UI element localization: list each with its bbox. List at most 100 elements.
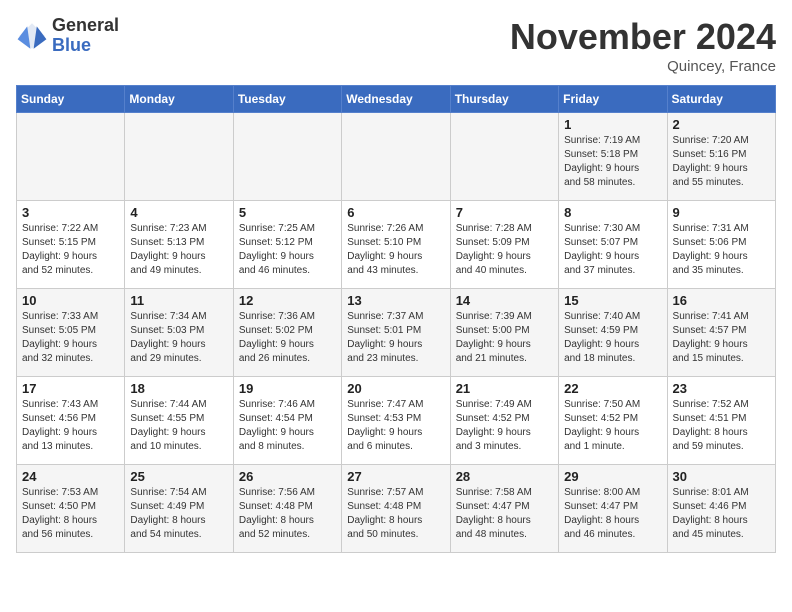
day-info: Sunrise: 7:39 AM Sunset: 5:00 PM Dayligh…	[456, 310, 553, 366]
day-number: 17	[22, 381, 119, 396]
day-info: Sunrise: 7:46 AM Sunset: 4:54 PM Dayligh…	[239, 398, 336, 454]
day-number: 6	[347, 205, 444, 220]
calendar-day-cell: 15 Sunrise: 7:40 AM Sunset: 4:59 PM Dayli…	[559, 289, 667, 377]
day-info: Sunrise: 7:34 AM Sunset: 5:03 PM Dayligh…	[130, 310, 227, 366]
calendar-day-cell: 8 Sunrise: 7:30 AM Sunset: 5:07 PM Daylig…	[559, 201, 667, 289]
day-number: 18	[130, 381, 227, 396]
weekday-header-friday: Friday	[559, 86, 667, 113]
logo-line2: Blue	[52, 36, 119, 56]
calendar-day-cell: 11 Sunrise: 7:34 AM Sunset: 5:03 PM Dayli…	[125, 289, 233, 377]
weekday-header-monday: Monday	[125, 86, 233, 113]
day-info: Sunrise: 7:25 AM Sunset: 5:12 PM Dayligh…	[239, 222, 336, 278]
calendar-week-row: 3Sunrise: 7:22 AM Sunset: 5:15 PM Daylig…	[17, 201, 776, 289]
calendar-day-cell: 17 Sunrise: 7:43 AM Sunset: 4:56 PM Dayli…	[17, 377, 125, 465]
weekday-header-sunday: Sunday	[17, 86, 125, 113]
calendar-day-cell: 2 Sunrise: 7:20 AM Sunset: 5:16 PM Daylig…	[667, 113, 775, 201]
day-number: 21	[456, 381, 553, 396]
calendar-day-cell: 13 Sunrise: 7:37 AM Sunset: 5:01 PM Dayli…	[342, 289, 450, 377]
calendar-day-cell: 23Sunrise: 7:52 AM Sunset: 4:51 PM Dayli…	[667, 377, 775, 465]
calendar-day-cell: 14 Sunrise: 7:39 AM Sunset: 5:00 PM Dayli…	[450, 289, 558, 377]
day-info: Sunrise: 7:50 AM Sunset: 4:52 PM Dayligh…	[564, 398, 661, 454]
calendar-day-cell: 30 Sunrise: 8:01 AM Sunset: 4:46 PM Dayli…	[667, 465, 775, 553]
day-info: Sunrise: 8:01 AM Sunset: 4:46 PM Dayligh…	[673, 486, 770, 542]
day-number: 10	[22, 293, 119, 308]
calendar-day-cell	[233, 113, 341, 201]
page-header: General Blue November 2024 Quincey, Fran…	[16, 16, 776, 75]
calendar-day-cell: 4 Sunrise: 7:23 AM Sunset: 5:13 PM Daylig…	[125, 201, 233, 289]
day-info: Sunrise: 7:54 AM Sunset: 4:49 PM Dayligh…	[130, 486, 227, 542]
day-number: 22	[564, 381, 661, 396]
calendar-day-cell	[342, 113, 450, 201]
calendar-day-cell	[125, 113, 233, 201]
day-number: 25	[130, 469, 227, 484]
day-number: 11	[130, 293, 227, 308]
day-info: Sunrise: 7:20 AM Sunset: 5:16 PM Dayligh…	[673, 134, 770, 190]
day-number: 26	[239, 469, 336, 484]
logo-icon	[16, 20, 48, 52]
day-number: 23	[673, 381, 770, 396]
day-info: Sunrise: 8:00 AM Sunset: 4:47 PM Dayligh…	[564, 486, 661, 542]
day-number: 29	[564, 469, 661, 484]
day-info: Sunrise: 7:31 AM Sunset: 5:06 PM Dayligh…	[673, 222, 770, 278]
day-info: Sunrise: 7:33 AM Sunset: 5:05 PM Dayligh…	[22, 310, 119, 366]
calendar-week-row: 1 Sunrise: 7:19 AM Sunset: 5:18 PM Daylig…	[17, 113, 776, 201]
logo: General Blue	[16, 16, 119, 56]
calendar-day-cell: 24Sunrise: 7:53 AM Sunset: 4:50 PM Dayli…	[17, 465, 125, 553]
day-number: 16	[673, 293, 770, 308]
day-info: Sunrise: 7:30 AM Sunset: 5:07 PM Dayligh…	[564, 222, 661, 278]
calendar-week-row: 24Sunrise: 7:53 AM Sunset: 4:50 PM Dayli…	[17, 465, 776, 553]
day-number: 28	[456, 469, 553, 484]
day-number: 24	[22, 469, 119, 484]
day-number: 30	[673, 469, 770, 484]
calendar-day-cell: 1 Sunrise: 7:19 AM Sunset: 5:18 PM Daylig…	[559, 113, 667, 201]
calendar-day-cell: 9 Sunrise: 7:31 AM Sunset: 5:06 PM Daylig…	[667, 201, 775, 289]
day-info: Sunrise: 7:43 AM Sunset: 4:56 PM Dayligh…	[22, 398, 119, 454]
calendar-day-cell	[450, 113, 558, 201]
calendar-day-cell: 10 Sunrise: 7:33 AM Sunset: 5:05 PM Dayli…	[17, 289, 125, 377]
weekday-header-wednesday: Wednesday	[342, 86, 450, 113]
calendar-body: 1 Sunrise: 7:19 AM Sunset: 5:18 PM Daylig…	[17, 113, 776, 553]
day-number: 8	[564, 205, 661, 220]
calendar-day-cell: 16Sunrise: 7:41 AM Sunset: 4:57 PM Dayli…	[667, 289, 775, 377]
day-number: 27	[347, 469, 444, 484]
calendar-day-cell: 25 Sunrise: 7:54 AM Sunset: 4:49 PM Dayli…	[125, 465, 233, 553]
day-info: Sunrise: 7:57 AM Sunset: 4:48 PM Dayligh…	[347, 486, 444, 542]
calendar-day-cell: 28Sunrise: 7:58 AM Sunset: 4:47 PM Dayli…	[450, 465, 558, 553]
weekday-header-row: SundayMondayTuesdayWednesdayThursdayFrid…	[17, 86, 776, 113]
day-number: 3	[22, 205, 119, 220]
day-number: 19	[239, 381, 336, 396]
weekday-header-tuesday: Tuesday	[233, 86, 341, 113]
title-block: November 2024 Quincey, France	[510, 16, 776, 75]
day-number: 15	[564, 293, 661, 308]
day-number: 4	[130, 205, 227, 220]
weekday-header-saturday: Saturday	[667, 86, 775, 113]
calendar-day-cell: 27 Sunrise: 7:57 AM Sunset: 4:48 PM Dayli…	[342, 465, 450, 553]
day-info: Sunrise: 7:40 AM Sunset: 4:59 PM Dayligh…	[564, 310, 661, 366]
day-info: Sunrise: 7:47 AM Sunset: 4:53 PM Dayligh…	[347, 398, 444, 454]
day-number: 5	[239, 205, 336, 220]
day-number: 2	[673, 117, 770, 132]
calendar-day-cell: 21Sunrise: 7:49 AM Sunset: 4:52 PM Dayli…	[450, 377, 558, 465]
day-number: 13	[347, 293, 444, 308]
calendar-week-row: 10 Sunrise: 7:33 AM Sunset: 5:05 PM Dayli…	[17, 289, 776, 377]
day-number: 7	[456, 205, 553, 220]
weekday-header-thursday: Thursday	[450, 86, 558, 113]
day-info: Sunrise: 7:28 AM Sunset: 5:09 PM Dayligh…	[456, 222, 553, 278]
day-number: 14	[456, 293, 553, 308]
calendar-day-cell: 29 Sunrise: 8:00 AM Sunset: 4:47 PM Dayli…	[559, 465, 667, 553]
calendar-header: SundayMondayTuesdayWednesdayThursdayFrid…	[17, 86, 776, 113]
day-info: Sunrise: 7:26 AM Sunset: 5:10 PM Dayligh…	[347, 222, 444, 278]
day-info: Sunrise: 7:19 AM Sunset: 5:18 PM Dayligh…	[564, 134, 661, 190]
day-info: Sunrise: 7:37 AM Sunset: 5:01 PM Dayligh…	[347, 310, 444, 366]
location: Quincey, France	[510, 58, 776, 75]
calendar-day-cell	[17, 113, 125, 201]
day-number: 9	[673, 205, 770, 220]
day-info: Sunrise: 7:44 AM Sunset: 4:55 PM Dayligh…	[130, 398, 227, 454]
day-info: Sunrise: 7:23 AM Sunset: 5:13 PM Dayligh…	[130, 222, 227, 278]
day-info: Sunrise: 7:56 AM Sunset: 4:48 PM Dayligh…	[239, 486, 336, 542]
calendar-day-cell: 18 Sunrise: 7:44 AM Sunset: 4:55 PM Dayli…	[125, 377, 233, 465]
calendar-week-row: 17 Sunrise: 7:43 AM Sunset: 4:56 PM Dayli…	[17, 377, 776, 465]
day-number: 1	[564, 117, 661, 132]
logo-line1: General	[52, 16, 119, 36]
calendar-table: SundayMondayTuesdayWednesdayThursdayFrid…	[16, 85, 776, 553]
